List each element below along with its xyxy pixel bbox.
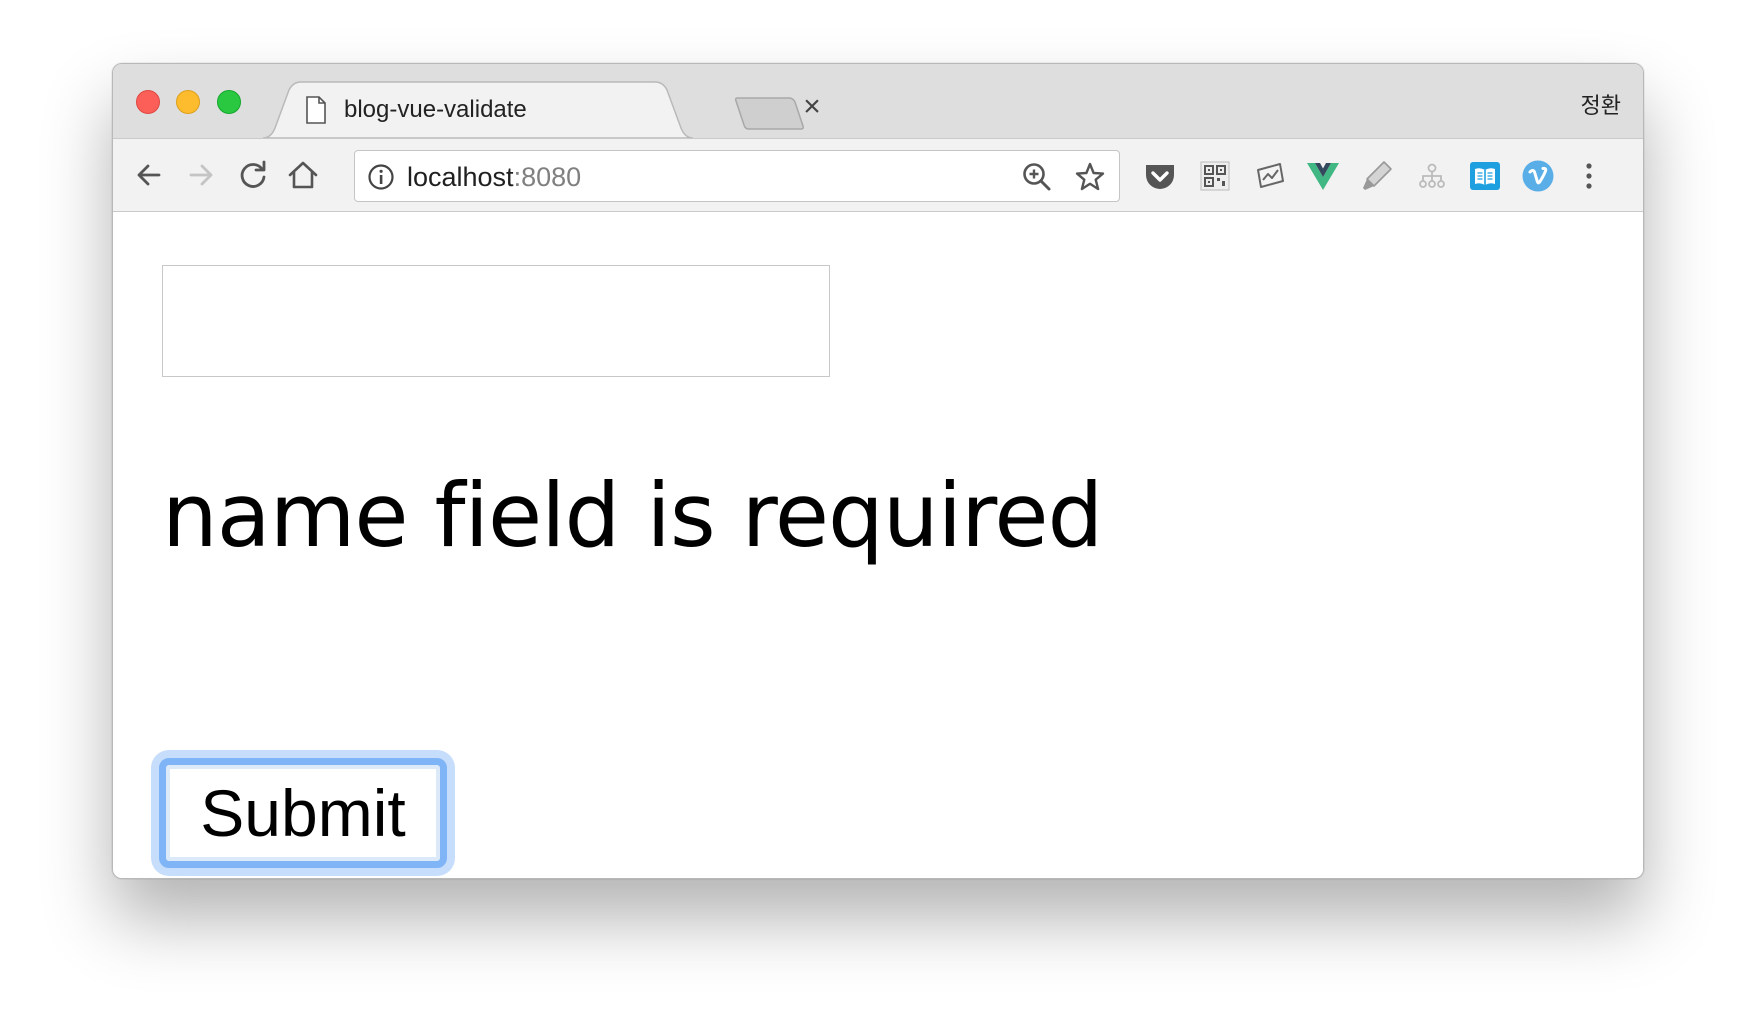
arrow-left-icon[interactable] [131, 157, 167, 193]
address-bar[interactable]: localhost:8080 [354, 150, 1120, 202]
info-icon[interactable] [367, 163, 395, 191]
new-tab-button[interactable] [734, 96, 805, 130]
tab-active[interactable]: blog-vue-validate × [263, 80, 821, 140]
minimize-window-button[interactable] [176, 90, 200, 114]
reload-icon[interactable] [235, 157, 271, 193]
url-host: localhost [407, 162, 514, 192]
qr-code-icon[interactable] [1198, 159, 1232, 193]
name-input[interactable] [162, 265, 830, 377]
maximize-window-button[interactable] [217, 90, 241, 114]
star-icon[interactable] [1074, 161, 1106, 193]
error-message: name field is required [162, 464, 1103, 567]
url-text[interactable]: localhost:8080 [407, 162, 581, 193]
vue-devtools-icon[interactable] [1306, 159, 1340, 193]
sitemap-icon[interactable] [1415, 159, 1449, 193]
browser-window: blog-vue-validate × 정환 localhost:8080 na… [112, 63, 1644, 879]
home-icon[interactable] [285, 157, 321, 193]
vimeo-icon[interactable] [1521, 159, 1555, 193]
profile-name[interactable]: 정환 [1581, 88, 1621, 120]
pocket-icon[interactable] [1143, 159, 1177, 193]
chart-icon[interactable] [1253, 159, 1287, 193]
reader-icon[interactable] [1468, 159, 1502, 193]
page-icon [305, 96, 327, 124]
close-window-button[interactable] [136, 90, 160, 114]
zoom-in-icon[interactable] [1021, 161, 1053, 193]
tab-strip: blog-vue-validate × 정환 [113, 64, 1643, 140]
kebab-menu-icon[interactable] [1581, 159, 1597, 193]
submit-button[interactable]: Submit [159, 758, 447, 868]
url-port: :8080 [513, 162, 582, 192]
page-content: name field is required Submit [113, 212, 1643, 878]
marker-icon[interactable] [1360, 159, 1394, 193]
tab-title: blog-vue-validate [344, 96, 527, 123]
arrow-right-icon[interactable] [183, 157, 219, 193]
browser-toolbar: localhost:8080 [113, 138, 1643, 212]
